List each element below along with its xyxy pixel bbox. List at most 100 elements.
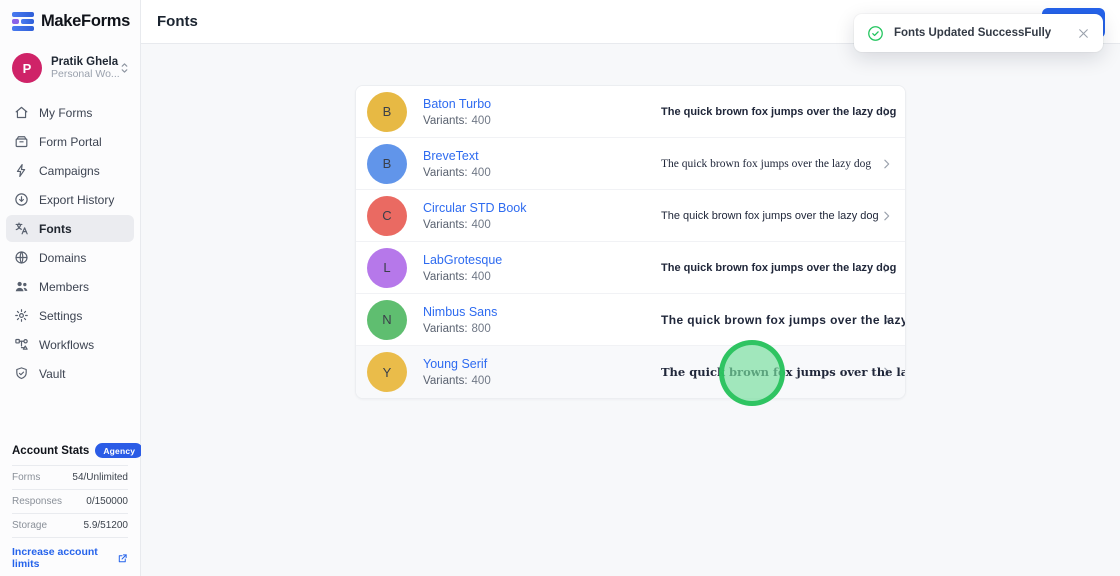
font-row[interactable]: Y Young Serif Variants: 400 The quick bro… [356, 346, 905, 398]
account-stats-panel: Account Stats Agency Forms 54/Unlimited … [0, 443, 140, 570]
variants-label: Variants: [423, 219, 468, 231]
makeforms-logo-icon [12, 12, 34, 31]
font-avatar: L [367, 248, 407, 288]
font-meta: Nimbus Sans Variants: 800 [423, 305, 497, 335]
main-area: Fonts B Baton Turbo Variants: 400 The qui… [141, 0, 1120, 576]
workspace-name: Personal Wo... [51, 68, 110, 80]
sidebar-item-vault[interactable]: Vault [6, 360, 134, 387]
sidebar-item-settings[interactable]: Settings [6, 302, 134, 329]
font-sample-text: The quick brown fox jumps over the lazy … [661, 106, 896, 118]
font-sample-text: The quick brown fox jumps over the lazy … [661, 158, 871, 170]
variants-value: 400 [472, 271, 491, 283]
download-icon [14, 192, 29, 207]
font-sample-text: The quick brown fox jumps over the lazy … [661, 210, 879, 222]
content-area: B Baton Turbo Variants: 400 The quick bro… [141, 44, 1120, 576]
user-avatar: P [12, 53, 42, 83]
toast-message: Fonts Updated SuccessFully [894, 27, 1067, 39]
sidebar-nav: My Forms Form Portal Campaigns Export Hi… [6, 99, 134, 387]
font-meta: Circular STD Book Variants: 400 [423, 201, 527, 231]
font-avatar: C [367, 196, 407, 236]
increase-account-limits-link[interactable]: Increase account limits [12, 537, 128, 570]
account-stats-title: Account Stats [12, 445, 89, 457]
sidebar-item-form-portal[interactable]: Form Portal [6, 128, 134, 155]
variants-label: Variants: [423, 375, 468, 387]
gear-icon [14, 308, 29, 323]
app-logo[interactable]: MakeForms [6, 10, 134, 31]
font-row[interactable]: B BreveText Variants: 400 The quick brown… [356, 138, 905, 190]
font-name-link[interactable]: Circular STD Book [423, 201, 527, 215]
variants-label: Variants: [423, 167, 468, 179]
variants-value: 400 [472, 375, 491, 387]
font-name-link[interactable]: Young Serif [423, 357, 491, 371]
check-circle-icon [867, 25, 884, 42]
app-window: MakeForms P Pratik Ghela Personal Wo... … [0, 0, 1120, 576]
font-name-link[interactable]: Nimbus Sans [423, 305, 497, 319]
variants-label: Variants: [423, 323, 468, 335]
font-meta: LabGrotesque Variants: 400 [423, 253, 502, 283]
font-sample-text: The quick brown fox jumps over the lazy … [661, 262, 896, 274]
app-title: MakeForms [41, 12, 130, 31]
profile-texts: Pratik Ghela Personal Wo... [51, 56, 110, 80]
sidebar-item-export-history[interactable]: Export History [6, 186, 134, 213]
users-icon [14, 279, 29, 294]
font-row[interactable]: N Nimbus Sans Variants: 800 The quick bro… [356, 294, 905, 346]
font-row[interactable]: L LabGrotesque Variants: 400 The quick br… [356, 242, 905, 294]
chevron-updown-icon [119, 61, 130, 75]
sidebar-item-members[interactable]: Members [6, 273, 134, 300]
account-stat-row: Forms 54/Unlimited [12, 465, 128, 489]
font-name-link[interactable]: Baton Turbo [423, 97, 491, 111]
sidebar-item-my-forms[interactable]: My Forms [6, 99, 134, 126]
external-link-icon [117, 553, 128, 564]
success-toast: Fonts Updated SuccessFully [854, 14, 1103, 52]
bolt-icon [14, 163, 29, 178]
font-variants: Variants: 800 [423, 323, 497, 335]
font-row[interactable]: C Circular STD Book Variants: 400 The qui… [356, 190, 905, 242]
font-variants: Variants: 400 [423, 375, 491, 387]
variants-value: 800 [472, 323, 491, 335]
font-sample-text: The quick brown fox jumps over the lazy … [661, 365, 906, 379]
sidebar-item-domains[interactable]: Domains [6, 244, 134, 271]
variants-value: 400 [472, 219, 491, 231]
account-stat-row: Storage 5.9/51200 [12, 513, 128, 537]
user-name: Pratik Ghela [51, 56, 110, 68]
chevron-right-icon[interactable] [880, 157, 893, 170]
font-variants: Variants: 400 [423, 219, 527, 231]
font-row[interactable]: B Baton Turbo Variants:400 The quick bro… [356, 86, 905, 138]
font-avatar: B [367, 144, 407, 184]
account-stats-header: Account Stats Agency [12, 443, 128, 465]
stat-value: 5.9/51200 [84, 520, 129, 531]
account-stat-row: Responses 0/150000 [12, 489, 128, 513]
font-avatar: Y [367, 352, 407, 392]
stat-label: Forms [12, 472, 40, 483]
stat-value: 54/Unlimited [72, 472, 128, 483]
font-sample-text: The quick brown fox jumps over the lazy … [661, 313, 906, 327]
variants-label: Variants: [423, 115, 468, 127]
stat-label: Storage [12, 520, 47, 531]
font-avatar: N [367, 300, 407, 340]
font-name-link[interactable]: BreveText [423, 149, 491, 163]
globe-icon [14, 250, 29, 265]
font-meta: BreveText Variants: 400 [423, 149, 491, 179]
shield-icon [14, 366, 29, 381]
sidebar-item-campaigns[interactable]: Campaigns [6, 157, 134, 184]
translate-icon [14, 221, 29, 236]
variants-value: 400 [472, 115, 491, 127]
workspace-switcher[interactable]: P Pratik Ghela Personal Wo... [12, 53, 132, 83]
home-icon [14, 105, 29, 120]
fonts-list-card: B Baton Turbo Variants: 400 The quick bro… [355, 85, 906, 399]
font-name-link[interactable]: LabGrotesque [423, 253, 502, 267]
workflow-icon [14, 337, 29, 352]
variants-label: Variants: [423, 271, 468, 283]
sidebar: MakeForms P Pratik Ghela Personal Wo... … [0, 0, 141, 576]
font-variants: Variants: 400 [423, 271, 502, 283]
page-title: Fonts [157, 13, 198, 30]
variants-value: 400 [472, 167, 491, 179]
stat-value: 0/150000 [86, 496, 128, 507]
close-icon[interactable] [1077, 27, 1090, 40]
sidebar-item-fonts[interactable]: Fonts [6, 215, 134, 242]
sidebar-item-workflows[interactable]: Workflows [6, 331, 134, 358]
font-variants: Variants: 400 [423, 115, 491, 127]
stat-label: Responses [12, 496, 62, 507]
font-meta: Baton Turbo Variants: 400 [423, 97, 491, 127]
chevron-right-icon[interactable] [880, 209, 893, 222]
